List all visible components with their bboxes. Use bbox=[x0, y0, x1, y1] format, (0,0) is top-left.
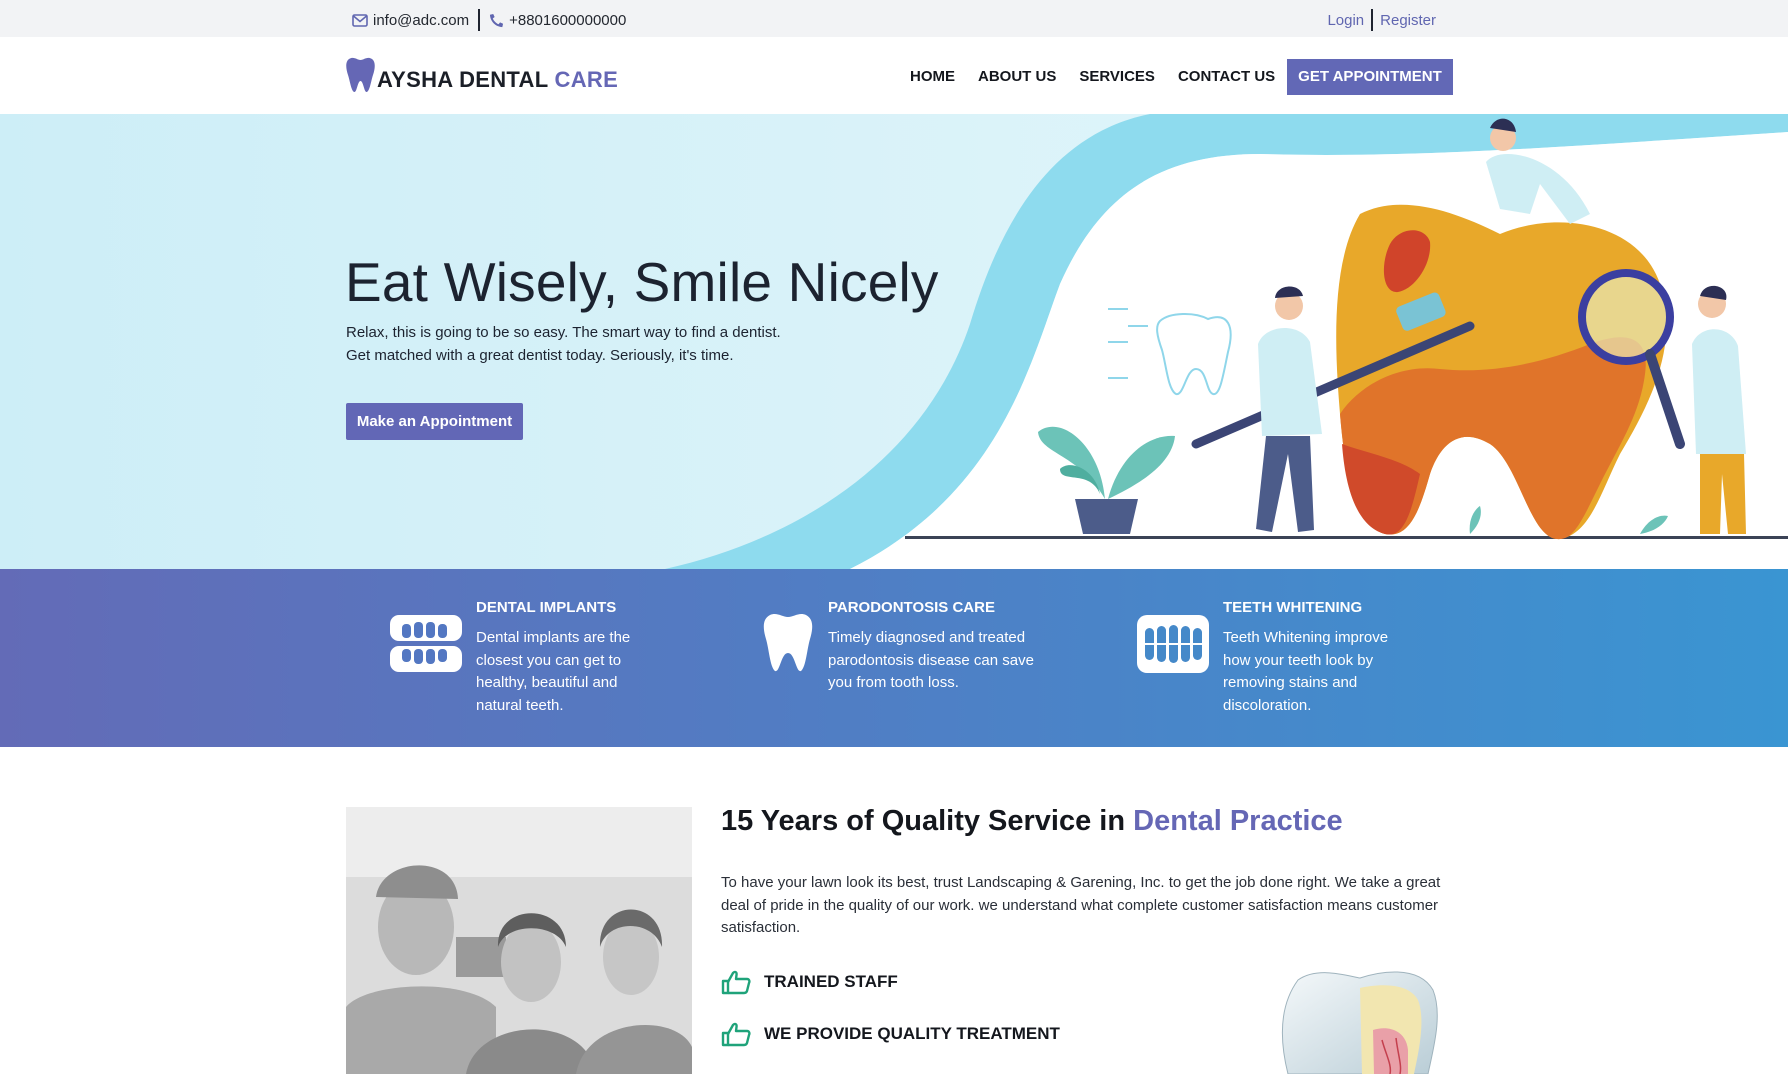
feature-desc-line: Dental implants are the bbox=[476, 629, 631, 646]
feature-desc-line: closest you can get to bbox=[476, 651, 622, 669]
hero-title: Eat Wisely, Smile Nicely bbox=[345, 251, 939, 313]
tooth-logo-icon bbox=[346, 57, 375, 93]
hero-subtitle-line: Relax, this is going to be so easy. The … bbox=[346, 324, 781, 341]
feature-desc-line: Teeth Whitening improve bbox=[1223, 629, 1389, 646]
feature-desc-line: Timely diagnosed and treated bbox=[828, 629, 1026, 646]
nav-home[interactable]: HOME bbox=[910, 60, 955, 94]
feature-description: Timely diagnosed and treated parodontosi… bbox=[828, 627, 1068, 695]
hero-background bbox=[0, 114, 1788, 569]
register-link[interactable]: Register bbox=[1380, 12, 1436, 29]
get-appointment-button[interactable]: GET APPOINTMENT bbox=[1287, 59, 1453, 95]
about-paragraph: To have your lawn look its best, trust L… bbox=[721, 874, 1441, 937]
tooth-icon bbox=[763, 614, 813, 672]
feature-desc-line: how your teeth look by bbox=[1223, 651, 1374, 669]
point-text: TRAINED STAFF bbox=[764, 972, 898, 991]
envelope-icon bbox=[352, 13, 368, 27]
staff-photo bbox=[346, 807, 692, 1074]
logo[interactable]: AYSHA DENTAL CARE bbox=[345, 57, 618, 93]
login-link[interactable]: Login bbox=[1327, 12, 1364, 29]
auth-links: Login Register bbox=[1327, 9, 1436, 31]
divider bbox=[478, 9, 481, 31]
nav-contact-us[interactable]: CONTACT US bbox=[1178, 60, 1275, 94]
phone-icon bbox=[490, 13, 504, 27]
hero-subtitle-line: Get matched with a great dentist today. … bbox=[346, 346, 734, 364]
top-bar: info@adc.com +8801600000000 Login Regist… bbox=[0, 0, 1788, 37]
about-heading: 15 Years of Quality Service in Dental Pr… bbox=[721, 805, 1343, 838]
hero-section: Eat Wisely, Smile Nicely Relax, this is … bbox=[0, 114, 1788, 569]
make-appointment-button[interactable]: Make an Appointment bbox=[346, 403, 523, 440]
feature-description: Teeth Whitening improve how your teeth l… bbox=[1223, 627, 1423, 717]
teeth-icon bbox=[1137, 615, 1209, 673]
phone-text: +8801600000000 bbox=[509, 11, 627, 29]
main-nav: HOME ABOUT US SERVICES CONTACT US GET AP… bbox=[910, 59, 1453, 95]
logo-accent: CARE bbox=[554, 67, 619, 92]
thumbs-up-icon bbox=[721, 970, 751, 995]
point-quality-treatment: WE PROVIDE QUALITY TREATMENT bbox=[721, 1021, 1060, 1047]
tooth-cross-section-image bbox=[1281, 971, 1438, 1074]
site-header: AYSHA DENTAL CARE HOME ABOUT US SERVICES… bbox=[0, 37, 1788, 114]
phone-contact[interactable]: +8801600000000 bbox=[489, 12, 626, 29]
feature-desc-line: discoloration. bbox=[1223, 696, 1312, 714]
logo-text: AYSHA DENTAL CARE bbox=[377, 67, 618, 93]
staff-photo-image bbox=[346, 807, 692, 1074]
hero-subtitle: Relax, this is going to be so easy. The … bbox=[346, 322, 781, 367]
feature-title: TEETH WHITENING bbox=[1223, 599, 1363, 616]
thumbs-up-icon bbox=[721, 1022, 751, 1047]
divider bbox=[1371, 9, 1374, 31]
dentures-icon bbox=[390, 615, 462, 672]
about-heading-main: 15 Years of Quality Service in bbox=[721, 805, 1126, 837]
nav-services[interactable]: SERVICES bbox=[1079, 60, 1155, 94]
feature-title: DENTAL IMPLANTS bbox=[476, 599, 617, 616]
nav-about-us[interactable]: ABOUT US bbox=[978, 60, 1056, 94]
logo-main: AYSHA DENTAL bbox=[377, 67, 549, 92]
feature-description: Dental implants are the closest you can … bbox=[476, 627, 676, 717]
features-band: DENTAL IMPLANTS Dental implants are the … bbox=[0, 569, 1788, 747]
email-text: info@adc.com bbox=[373, 11, 470, 29]
feature-desc-line: parodontosis disease can save bbox=[828, 651, 1034, 669]
contact-info: info@adc.com +8801600000000 bbox=[352, 9, 626, 31]
feature-desc-line: removing stains and bbox=[1223, 674, 1358, 692]
feature-desc-line: natural teeth. bbox=[476, 696, 564, 714]
point-trained-staff: TRAINED STAFF bbox=[721, 969, 898, 995]
point-text: WE PROVIDE QUALITY TREATMENT bbox=[764, 1024, 1060, 1043]
about-heading-accent: Dental Practice bbox=[1133, 805, 1343, 837]
feature-title: PARODONTOSIS CARE bbox=[828, 599, 995, 616]
email-contact[interactable]: info@adc.com bbox=[352, 12, 469, 29]
feature-desc-line: healthy, beautiful and bbox=[476, 674, 618, 692]
feature-desc-line: you from tooth loss. bbox=[828, 674, 959, 692]
